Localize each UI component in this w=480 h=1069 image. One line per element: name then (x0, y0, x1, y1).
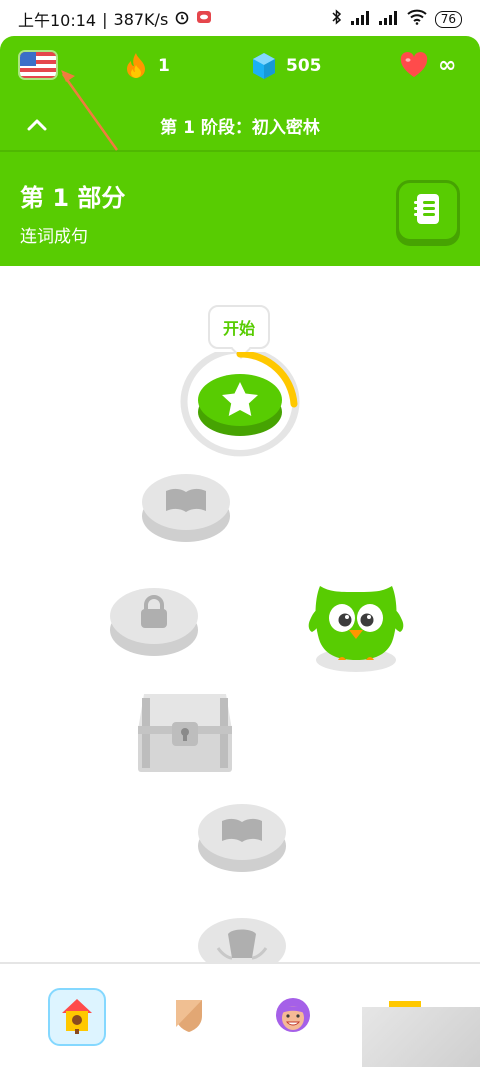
status-right: 76 (331, 9, 462, 29)
streak-count: 1 (158, 56, 170, 76)
shield-icon (173, 997, 205, 1037)
app-notification-icon (196, 9, 212, 29)
owl-mascot (306, 568, 406, 678)
status-divider: | (102, 9, 108, 29)
lesson-node-locked[interactable] (108, 580, 200, 664)
hearts-counter[interactable]: ∞ (400, 52, 456, 78)
nav-leagues[interactable] (160, 988, 218, 1046)
annotation-arrow (61, 70, 119, 151)
corner-watermark (362, 1007, 480, 1067)
book-icon (166, 488, 206, 512)
book-icon-2 (222, 818, 262, 842)
status-left: 上午10:14 | 387K/s (18, 7, 212, 31)
status-time: 上午10:14 (18, 11, 97, 30)
lesson-node-book-1[interactable] (140, 466, 232, 550)
flag-canton (20, 52, 36, 66)
wifi-icon (407, 9, 427, 29)
home-birdhouse-icon (59, 996, 95, 1038)
nav-profile[interactable] (264, 988, 322, 1046)
avatar-icon (273, 995, 313, 1039)
streak-counter[interactable]: 1 (124, 52, 170, 80)
start-label: 开始 (222, 319, 255, 338)
status-bar: 上午10:14 | 387K/s 76 (0, 0, 480, 38)
start-tooltip: 开始 (208, 305, 270, 349)
guidebook-button[interactable] (396, 180, 460, 242)
battery-indicator: 76 (434, 10, 462, 28)
nav-home[interactable] (48, 988, 106, 1046)
unit-title: 第 1 部分 (20, 184, 126, 212)
gem-icon (252, 52, 276, 80)
alarm-icon (174, 9, 190, 29)
gems-counter[interactable]: 505 (252, 52, 322, 80)
signal-icon-1 (350, 10, 371, 29)
lesson-node-book-2[interactable] (196, 796, 288, 880)
guidebook-icon (413, 193, 443, 229)
hearts-count: ∞ (438, 52, 457, 78)
bluetooth-icon (331, 9, 343, 29)
gems-count: 505 (286, 56, 322, 76)
us-flag-icon[interactable] (20, 52, 56, 78)
heart-icon (400, 52, 428, 78)
signal-icon-2 (378, 10, 399, 29)
unit-subtitle: 连词成句 (20, 227, 88, 247)
flame-icon (124, 52, 148, 80)
treasure-chest[interactable] (136, 690, 234, 776)
lesson-node-active[interactable] (180, 346, 300, 462)
unit-trophy-node[interactable] (196, 910, 288, 964)
status-network-speed: 387K/s (113, 9, 169, 29)
